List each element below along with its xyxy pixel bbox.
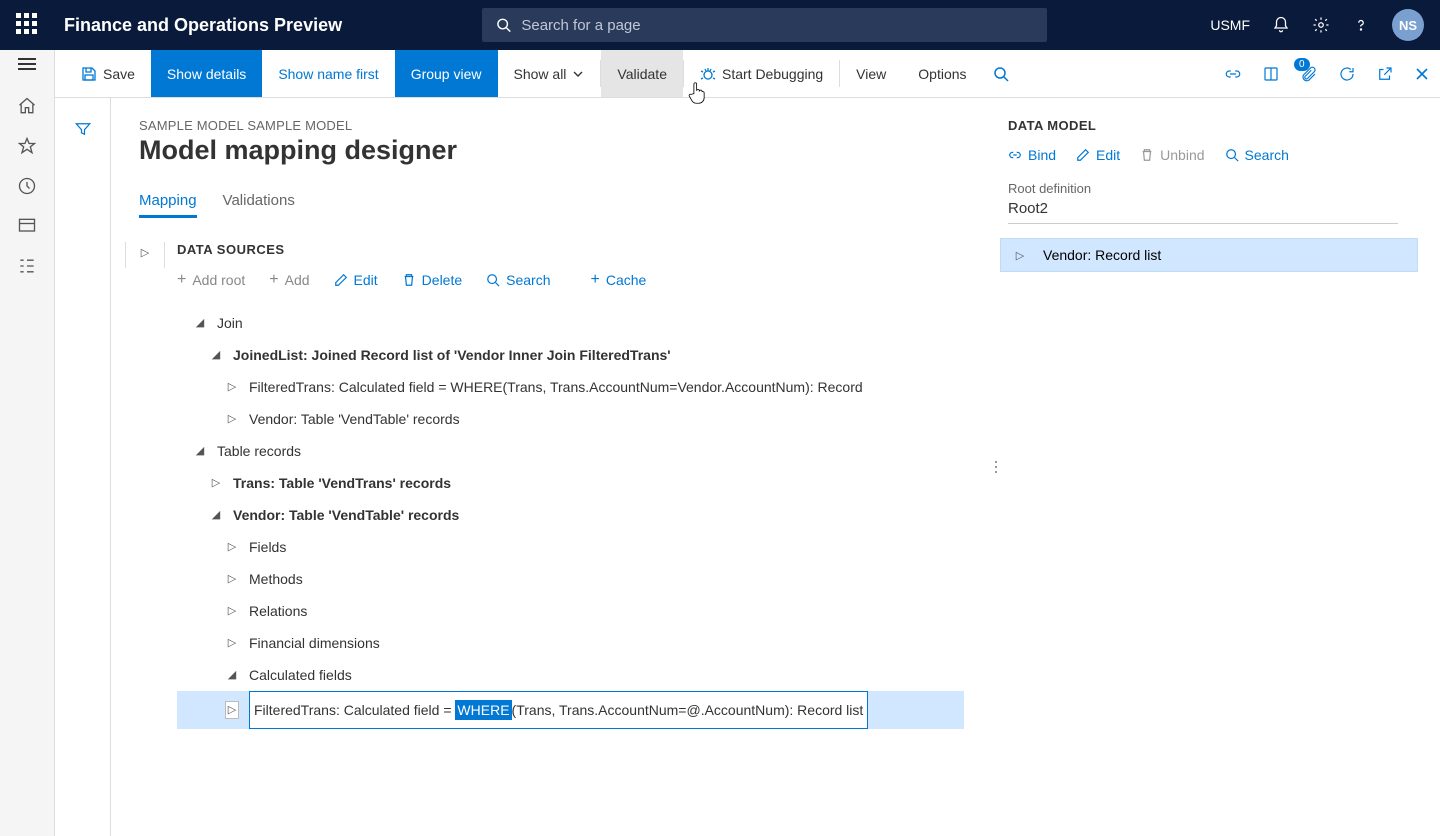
data-sources-toolbar: +Add root +Add Edit Delete Search +Cache xyxy=(177,271,964,289)
save-icon xyxy=(81,66,97,82)
attachments-icon[interactable]: 0 xyxy=(1290,50,1328,97)
tree-node-selected[interactable]: ▷ FilteredTrans: Calculated field = WHER… xyxy=(177,691,964,729)
show-all-label: Show all xyxy=(514,66,567,82)
search-icon xyxy=(993,66,1009,82)
workspaces-icon[interactable] xyxy=(17,216,37,236)
show-all-dropdown[interactable]: Show all xyxy=(498,50,601,97)
tree-node-fin-dims[interactable]: ▷Financial dimensions xyxy=(177,627,964,659)
tree-node-joinedlist[interactable]: ◢JoinedList: Joined Record list of 'Vend… xyxy=(177,339,964,371)
tree-node-join[interactable]: ◢Join xyxy=(177,307,964,339)
bind-button[interactable]: Bind xyxy=(1008,147,1056,163)
close-icon[interactable] xyxy=(1404,50,1440,97)
open-new-icon[interactable] xyxy=(1252,50,1290,97)
tree-node-filteredtrans-join[interactable]: ▷FilteredTrans: Calculated field = WHERE… xyxy=(177,371,964,403)
tree-node-vendor[interactable]: ◢Vendor: Table 'VendTable' records xyxy=(177,499,964,531)
left-pane: SAMPLE MODEL SAMPLE MODEL Model mapping … xyxy=(111,98,992,836)
delete-button[interactable]: Delete xyxy=(402,271,462,289)
section-expander[interactable]: ▷ xyxy=(125,242,165,268)
tree-node-methods[interactable]: ▷Methods xyxy=(177,563,964,595)
help-icon[interactable] xyxy=(1352,16,1370,34)
search-icon xyxy=(486,273,500,287)
group-view-button[interactable]: Group view xyxy=(395,50,498,97)
unbind-button[interactable]: Unbind xyxy=(1140,147,1204,163)
tree-node-vendor-join[interactable]: ▷Vendor: Table 'VendTable' records xyxy=(177,403,964,435)
options-menu[interactable]: Options xyxy=(902,50,982,97)
tab-validations[interactable]: Validations xyxy=(223,188,295,218)
start-debugging-label: Start Debugging xyxy=(722,66,823,82)
left-rail xyxy=(0,50,55,836)
attachments-count: 0 xyxy=(1294,58,1310,71)
app-launcher-icon[interactable] xyxy=(16,13,40,37)
global-search[interactable] xyxy=(482,8,1047,42)
pencil-icon xyxy=(1076,148,1090,162)
search-input[interactable] xyxy=(521,17,1033,34)
avatar[interactable]: NS xyxy=(1392,9,1424,41)
search-icon xyxy=(496,17,511,33)
save-button[interactable]: Save xyxy=(65,50,151,97)
view-menu[interactable]: View xyxy=(840,50,902,97)
data-sources-title: DATA SOURCES xyxy=(177,242,964,257)
top-right-controls: USMF NS xyxy=(1210,9,1424,41)
search-icon xyxy=(1225,148,1239,162)
modules-icon[interactable] xyxy=(17,256,37,276)
action-bar: Save Show details Show name first Group … xyxy=(0,50,1440,98)
main-area: SAMPLE MODEL SAMPLE MODEL Model mapping … xyxy=(55,98,1440,836)
show-name-first-button[interactable]: Show name first xyxy=(262,50,394,97)
show-details-button[interactable]: Show details xyxy=(151,50,262,97)
add-root-button[interactable]: +Add root xyxy=(177,271,245,289)
link-icon xyxy=(1008,148,1022,162)
bell-icon[interactable] xyxy=(1272,16,1290,34)
validate-button[interactable]: Validate xyxy=(601,50,683,97)
tree-node-relations[interactable]: ▷Relations xyxy=(177,595,964,627)
refresh-icon[interactable] xyxy=(1328,50,1366,97)
gear-icon[interactable] xyxy=(1312,16,1330,34)
data-model-toolbar: Bind Edit Unbind Search xyxy=(1008,147,1418,163)
ds-search-button[interactable]: Search xyxy=(486,271,550,289)
home-icon[interactable] xyxy=(17,96,37,116)
legal-entity[interactable]: USMF xyxy=(1210,17,1250,33)
popout-icon[interactable] xyxy=(1366,50,1404,97)
root-definition-value[interactable]: Root2 xyxy=(1008,196,1398,224)
data-model-item[interactable]: ▷Vendor: Record list xyxy=(1000,238,1418,272)
data-model-title: DATA MODEL xyxy=(1008,118,1418,133)
chevron-down-icon xyxy=(572,68,584,80)
find-button[interactable] xyxy=(983,50,1019,97)
page-title: Model mapping designer xyxy=(139,135,964,166)
hamburger-icon[interactable] xyxy=(18,58,36,70)
breadcrumb: SAMPLE MODEL SAMPLE MODEL xyxy=(139,118,964,133)
link-icon[interactable] xyxy=(1214,50,1252,97)
filter-icon[interactable] xyxy=(74,120,92,138)
data-sources-tree: ◢Join ◢JoinedList: Joined Record list of… xyxy=(177,307,964,729)
dm-search-button[interactable]: Search xyxy=(1225,147,1289,163)
page-tabs: Mapping Validations xyxy=(139,188,964,218)
trash-icon xyxy=(402,273,416,287)
pane-resize-grip[interactable] xyxy=(992,98,1000,836)
tree-node-fields[interactable]: ▷Fields xyxy=(177,531,964,563)
cache-button[interactable]: +Cache xyxy=(591,271,647,289)
app-title: Finance and Operations Preview xyxy=(64,15,342,36)
debug-icon xyxy=(700,66,716,82)
star-icon[interactable] xyxy=(17,136,37,156)
dm-edit-button[interactable]: Edit xyxy=(1076,147,1120,163)
edit-button[interactable]: Edit xyxy=(334,271,378,289)
start-debugging-button[interactable]: Start Debugging xyxy=(684,50,839,97)
save-label: Save xyxy=(103,66,135,82)
tree-node-calc-fields[interactable]: ◢Calculated fields xyxy=(177,659,964,691)
filter-column xyxy=(55,98,111,836)
top-nav: Finance and Operations Preview USMF NS xyxy=(0,0,1440,50)
root-definition-label: Root definition xyxy=(1008,181,1418,196)
tree-node-trans[interactable]: ▷Trans: Table 'VendTrans' records xyxy=(177,467,964,499)
recent-icon[interactable] xyxy=(17,176,37,196)
right-pane: DATA MODEL Bind Edit Unbind Search Root … xyxy=(1000,98,1440,836)
pencil-icon xyxy=(334,273,348,287)
add-button[interactable]: +Add xyxy=(269,271,309,289)
selected-node-text: FilteredTrans: Calculated field = WHERE(… xyxy=(249,691,868,729)
trash-icon xyxy=(1140,148,1154,162)
tree-node-table-records[interactable]: ◢Table records xyxy=(177,435,964,467)
tab-mapping[interactable]: Mapping xyxy=(139,188,197,218)
